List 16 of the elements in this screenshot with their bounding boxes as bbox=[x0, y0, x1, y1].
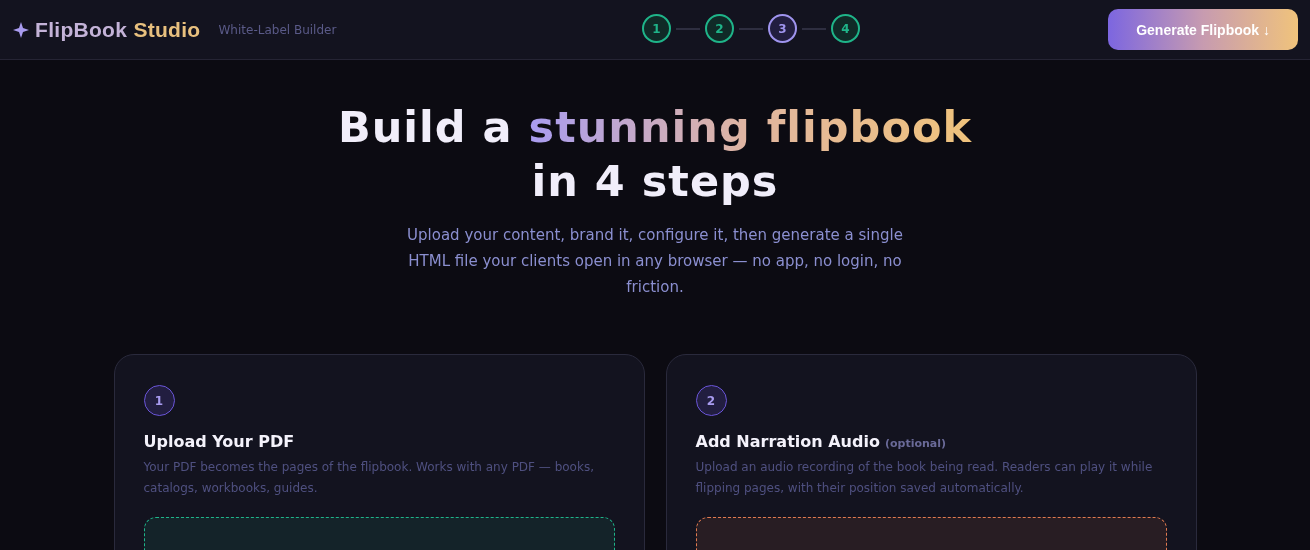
card-description: Upload an audio recording of the book being read. Readers can play it while flipping pages, with their position saved automatically. bbox=[695, 459, 1154, 497]
step-indicator[interactable]: 2 bbox=[705, 14, 734, 43]
card-title: Upload Your PDF bbox=[143, 432, 295, 451]
sparkle-icon bbox=[13, 21, 29, 38]
brand-subtitle: White-Label Builder bbox=[218, 22, 337, 37]
step-indicator[interactable]: 1 bbox=[642, 14, 671, 43]
hero-heading: Build a stunning flipbook in 4 steps bbox=[337, 101, 973, 208]
card-description: Your PDF becomes the pages of the flipbook. Works with any PDF — books, catalogs, workbooks, guides. bbox=[143, 459, 595, 497]
brand-logo: FlipBook Studio bbox=[35, 17, 201, 42]
step-indicator[interactable]: 3 bbox=[768, 14, 797, 43]
step-number-badge: 1 bbox=[143, 385, 175, 416]
optional-label: (optional) bbox=[884, 437, 947, 450]
step-number-badge: 2 bbox=[695, 385, 727, 416]
step-indicator[interactable]: 4 bbox=[831, 14, 860, 43]
card-title: Add Narration Audio bbox=[695, 432, 880, 451]
hero-description: Upload your content, brand it, configure it, then generate a single HTML file your clients open in any browser — no app, no login, no friction. bbox=[406, 225, 904, 298]
